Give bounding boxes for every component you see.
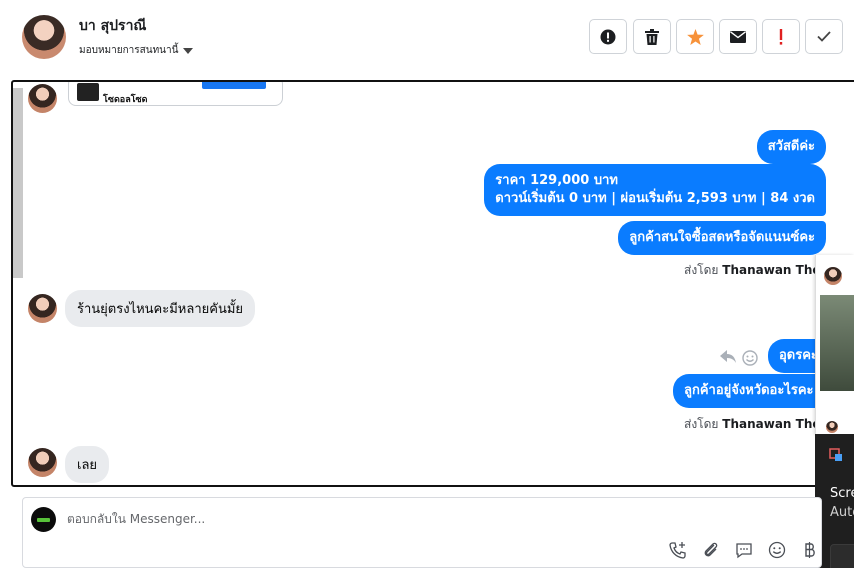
contact-name[interactable]: บา สุปราณี	[79, 15, 146, 37]
contact-avatar-small	[28, 448, 57, 477]
star-icon	[686, 28, 704, 45]
message-line: ราคา 129,000 บาท	[495, 173, 618, 188]
contact-avatar-small	[28, 294, 57, 323]
preview-image	[820, 295, 854, 391]
assign-label: มอบหมายการสนทนานี้	[79, 45, 179, 56]
checkmark-icon	[817, 31, 831, 42]
shared-post-button[interactable]	[202, 82, 266, 89]
sent-by-label: ส่งโดย Thanawan Thon	[684, 263, 830, 277]
shared-post-thumbnail	[77, 83, 99, 101]
contact-avatar-small	[824, 267, 842, 285]
sender-name: Thanawan Thon	[722, 263, 830, 277]
contact-avatar-small	[28, 84, 57, 113]
shared-post-card[interactable]: โซดอลโซด	[68, 82, 283, 106]
baht-icon[interactable]	[800, 540, 820, 560]
sent-by-label: ส่งโดย Thanawan Thon	[684, 417, 830, 431]
delete-button[interactable]	[633, 19, 671, 54]
reply-icon[interactable]	[720, 350, 736, 364]
reply-toolbar	[668, 540, 820, 560]
smile-icon[interactable]	[767, 540, 787, 560]
conversation-header: บา สุปราณี มอบหมายการสนทนานี้	[0, 0, 854, 80]
contact-avatar[interactable]	[22, 15, 66, 59]
scrollbar[interactable]	[13, 88, 23, 278]
incoming-message[interactable]: ร้านยุ่ตรงไหนคะมีหลายคันมั้ย	[65, 290, 256, 327]
mark-unread-button[interactable]	[719, 19, 757, 54]
star-button[interactable]	[676, 19, 714, 54]
reply-input[interactable]	[67, 512, 667, 526]
screenshot-icon	[829, 448, 842, 461]
notification-title: Scre	[830, 486, 854, 501]
shared-post-title: โซดอลโซด	[103, 95, 148, 105]
message-thread[interactable]: โซดอลโซด สวัสดีค่ะ ราคา 129,000 บาท ดาวน…	[11, 80, 854, 487]
paperclip-icon[interactable]	[701, 540, 721, 560]
notification-subtitle: Auto	[830, 505, 854, 520]
message-line: ดาวน์เริ่มต้น 0 บาท | ผ่อนเริ่มต้น 2,593…	[495, 191, 815, 206]
done-button[interactable]	[805, 19, 843, 54]
outgoing-message[interactable]: สวัสดีค่ะ	[756, 130, 826, 164]
alert-circle-icon	[600, 29, 616, 44]
caret-down-icon	[183, 47, 194, 54]
outgoing-message[interactable]: ลูกค้าสนใจซื้อสดหรือจัดแนนซ์คะ	[618, 221, 826, 255]
side-preview-panel[interactable]	[815, 255, 854, 435]
incoming-message[interactable]: เลย	[65, 446, 110, 483]
call-plus-icon[interactable]	[668, 540, 688, 560]
contact-avatar-small	[826, 421, 838, 433]
follow-up-button[interactable]	[762, 19, 800, 54]
react-smile-icon[interactable]	[742, 350, 758, 366]
notification-button[interactable]	[830, 544, 854, 568]
trash-icon	[645, 28, 659, 45]
chat-bubble-icon[interactable]	[734, 540, 754, 560]
reply-composer	[22, 497, 822, 568]
message-actions	[720, 350, 758, 366]
mark-spam-button[interactable]	[589, 19, 627, 54]
exclamation-icon	[779, 28, 783, 45]
envelope-icon	[730, 30, 746, 43]
assign-conversation-dropdown[interactable]: มอบหมายการสนทนานี้	[79, 43, 194, 58]
page-avatar	[31, 507, 56, 532]
outgoing-message[interactable]: ราคา 129,000 บาท ดาวน์เริ่มต้น 0 บาท | ผ…	[484, 164, 826, 216]
sender-name: Thanawan Thon	[722, 417, 830, 431]
